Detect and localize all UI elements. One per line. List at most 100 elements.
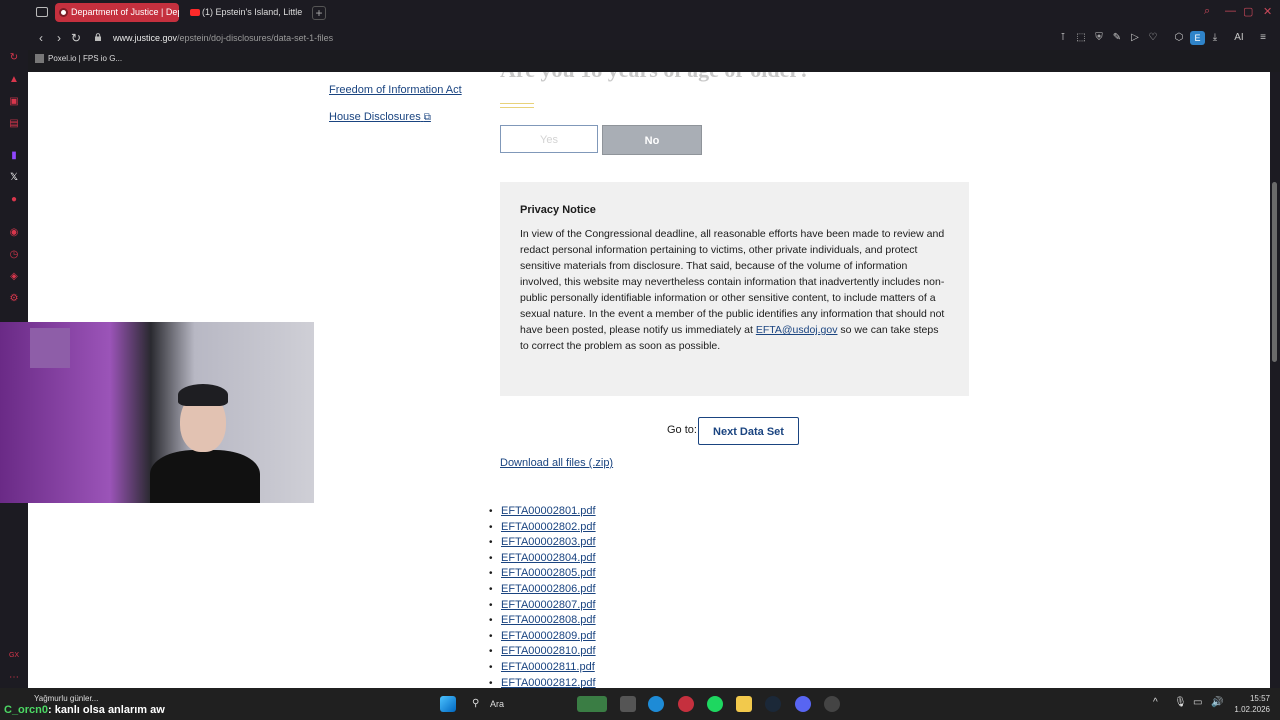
clock-time[interactable]: 15:57 [1246,694,1270,703]
edge-icon[interactable] [648,696,664,712]
close-icon[interactable]: ✕ [1263,5,1272,18]
external-link-icon: ⧉ [423,112,431,123]
file-link[interactable]: EFTA00002805.pdf [501,567,596,579]
list-item: EFTA00002802.pdf [489,520,596,536]
youtube-favicon-icon [190,9,200,16]
scrollbar-thumb[interactable] [1272,182,1277,362]
extensions-icon[interactable]: ⬡ [1173,32,1185,43]
gx-icon[interactable]: GX [8,650,20,662]
opera-gx-icon[interactable] [678,696,694,712]
sidebar-chat-icon[interactable]: ▤ [8,118,20,130]
maximize-icon[interactable]: ▢ [1243,5,1253,18]
heading-rule [500,103,534,108]
steam-icon[interactable] [765,696,781,712]
snapshot-icon[interactable]: ⬚ [1075,32,1087,43]
page-scrollbar[interactable] [1270,72,1280,688]
house-disclosures-link[interactable]: House Disclosures ⧉ [329,111,431,123]
no-button[interactable]: No [602,125,702,155]
list-item: EFTA00002807.pdf [489,598,596,614]
tab-youtube[interactable]: (1) Epstein's Island, Little S [186,3,304,22]
file-link[interactable]: EFTA00002812.pdf [501,677,596,688]
pin-icon[interactable]: ⊺ [1057,32,1069,43]
more-icon[interactable]: ⋯ [8,672,20,684]
reload-button[interactable]: ↻ [69,31,83,45]
taskbar-search[interactable]: Ara [466,696,610,712]
file-link[interactable]: EFTA00002809.pdf [501,630,596,642]
windows-start-icon[interactable] [440,696,456,712]
shield-icon[interactable]: ⛨ [1093,32,1105,43]
goto-label: Go to: [667,424,697,436]
heart-icon[interactable]: ♡ [1147,32,1159,43]
file-link[interactable]: EFTA00002807.pdf [501,599,596,611]
sidebar-bag-icon[interactable]: ▲ [8,74,20,86]
tab-label: Department of Justice | Dep [71,7,179,17]
privacy-text-1: In view of the Congressional deadline, a… [520,228,945,336]
spotify-icon[interactable] [707,696,723,712]
file-link[interactable]: EFTA00002804.pdf [501,552,596,564]
sidebar-refresh-icon[interactable]: ↻ [8,52,20,64]
back-button[interactable]: ‹ [34,31,48,45]
url-host: www.justice.gov [113,33,178,43]
sidebar-player-icon[interactable]: ◉ [8,227,20,239]
search-icon[interactable]: ⌕ [1204,5,1210,18]
browser-toolbar: Department of Justice | Dep (1) Epstein'… [0,0,1280,64]
discord-icon[interactable] [795,696,811,712]
privacy-body: In view of the Congressional deadline, a… [520,226,949,354]
list-item: EFTA00002810.pdf [489,644,596,660]
sidebar-send-icon[interactable]: ◈ [8,271,20,283]
ai-label: AI [1234,32,1244,43]
list-item: EFTA00002806.pdf [489,582,596,598]
app-icon[interactable] [824,696,840,712]
microphone-icon[interactable]: 🎙 [1174,697,1187,708]
age-question: Are you 18 years of age or older? [500,72,810,83]
new-tab-button[interactable]: + [312,6,326,20]
file-link[interactable]: EFTA00002811.pdf [501,661,595,673]
history-icon[interactable]: ◷ [8,249,20,261]
efta-email-link[interactable]: EFTA@usdoj.gov [756,324,838,336]
weather-widget[interactable]: Yağmurlu günler... [34,694,98,703]
clock-date[interactable]: 1.02.2026 [1228,705,1270,714]
sidebar-messenger-icon[interactable]: ▣ [8,96,20,108]
chat-username: C_orcn0 [4,704,49,716]
list-item: EFTA00002812.pdf [489,676,596,688]
minimize-icon[interactable]: — [1225,5,1236,17]
file-list: EFTA00002801.pdf EFTA00002802.pdf EFTA00… [489,504,596,688]
list-item: EFTA00002805.pdf [489,566,596,582]
house-disclosures-label: House Disclosures [329,111,421,123]
list-item: EFTA00002804.pdf [489,551,596,567]
tab-doj[interactable]: Department of Justice | Dep [55,3,179,22]
task-view-icon[interactable] [620,696,636,712]
forward-button[interactable]: › [52,31,66,45]
settings-gear-icon[interactable]: ⚙ [8,293,20,305]
extension-badge[interactable]: E [1190,31,1205,45]
ai-button[interactable]: AI [1229,32,1249,43]
send-icon[interactable]: ▷ [1129,32,1141,43]
menu-icon[interactable]: ≡ [1257,32,1269,43]
download-all-link[interactable]: Download all files (.zip) [500,457,613,469]
tab-label: (1) Epstein's Island, Little S [202,7,304,17]
workspaces-icon[interactable] [36,7,48,17]
file-link[interactable]: EFTA00002806.pdf [501,583,596,595]
file-link[interactable]: EFTA00002802.pdf [501,521,596,533]
file-link[interactable]: EFTA00002808.pdf [501,614,596,626]
address-bar[interactable]: www.justice.gov/epstein/doj-disclosures/… [113,30,333,46]
doj-favicon-icon [59,8,68,17]
yes-button[interactable]: Yes [500,125,598,153]
translate-icon[interactable]: ✎ [1111,32,1123,43]
x-icon[interactable]: 𝕏 [8,172,20,184]
bookmark-poxel[interactable]: Poxel.io | FPS io G... [35,54,122,64]
file-explorer-icon[interactable] [736,696,752,712]
tray-chevron-icon[interactable]: ^ [1153,697,1158,708]
privacy-title: Privacy Notice [520,204,596,216]
file-link[interactable]: EFTA00002803.pdf [501,536,596,548]
display-icon[interactable]: ▭ [1193,697,1202,708]
volume-icon[interactable]: 🔊 [1211,697,1223,708]
twitch-icon[interactable]: ▮ [8,150,20,162]
file-link[interactable]: EFTA00002801.pdf [501,505,596,517]
foia-link[interactable]: Freedom of Information Act [329,84,462,96]
next-data-set-button[interactable]: Next Data Set [698,417,799,445]
download-icon[interactable]: ⤓ [1209,32,1221,43]
webcam-person-body [150,450,260,503]
ublock-icon[interactable]: ● [8,194,20,206]
file-link[interactable]: EFTA00002810.pdf [501,645,596,657]
